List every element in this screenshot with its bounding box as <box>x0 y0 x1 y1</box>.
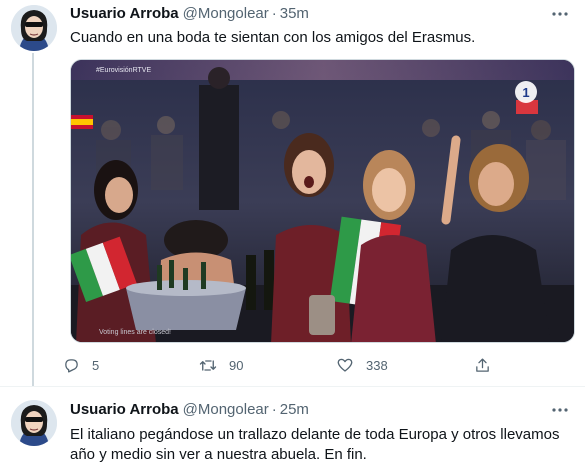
more-options-button[interactable] <box>550 4 570 24</box>
tweet-divider <box>0 386 585 387</box>
separator: · <box>271 400 277 418</box>
avatar[interactable] <box>11 5 57 51</box>
timestamp[interactable]: 25m <box>280 401 309 418</box>
retweet-count: 90 <box>229 357 244 373</box>
overlay-hashtag: #EurovisiónRTVE <box>96 67 151 74</box>
like-button[interactable]: 338 <box>336 352 388 378</box>
reply-icon <box>62 356 80 374</box>
tweet[interactable]: Usuario Arroba @Mongolear · 25m El itali… <box>0 389 585 465</box>
avatar-icon <box>11 5 57 51</box>
like-icon <box>336 356 354 374</box>
tweet-header: Usuario Arroba @Mongolear · 25m <box>70 399 309 419</box>
separator: · <box>271 4 277 22</box>
eurovision-photo: #EurovisiónRTVE 1 Voting lines are close… <box>71 60 574 342</box>
tweet-header: Usuario Arroba @Mongolear · 35m <box>70 3 309 23</box>
author-name[interactable]: Usuario Arroba <box>70 401 179 418</box>
more-options-button[interactable] <box>550 400 570 420</box>
like-count: 338 <box>366 357 388 373</box>
tweet-media-image[interactable]: #EurovisiónRTVE 1 Voting lines are close… <box>70 59 575 343</box>
thread-line <box>32 53 34 386</box>
avatar-icon <box>11 400 57 446</box>
share-button[interactable] <box>473 352 491 378</box>
reply-count: 5 <box>92 357 100 373</box>
media-caption: Voting lines are closed! <box>99 329 171 336</box>
tweet-actions: 5 90 338 <box>62 352 532 378</box>
reply-button[interactable]: 5 <box>62 352 99 378</box>
retweet-icon <box>199 356 217 374</box>
tweet-text: Cuando en una boda te sientan con los am… <box>70 29 476 46</box>
more-icon <box>552 408 568 412</box>
channel-logo: 1 <box>522 85 529 100</box>
timestamp[interactable]: 35m <box>280 5 309 22</box>
retweet-button[interactable]: 90 <box>199 352 243 378</box>
avatar[interactable] <box>11 400 57 446</box>
more-icon <box>552 12 568 16</box>
author-name[interactable]: Usuario Arroba <box>70 5 179 22</box>
author-handle[interactable]: @Mongolear <box>183 401 269 418</box>
share-icon <box>473 356 491 374</box>
tweet[interactable]: Usuario Arroba @Mongolear · 35m Cuando e… <box>0 0 585 386</box>
author-handle[interactable]: @Mongolear <box>183 5 269 22</box>
tweet-text: El italiano pegándose un trallazo delant… <box>70 426 560 463</box>
